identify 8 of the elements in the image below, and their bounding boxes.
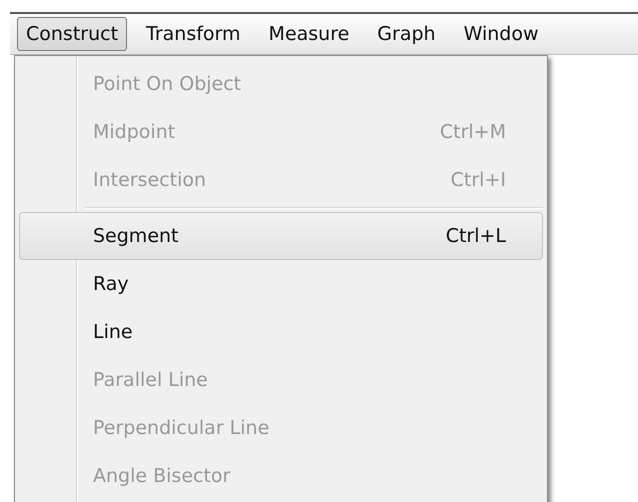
menu-bar-item[interactable]: Window <box>454 17 548 51</box>
menu-item[interactable]: Ray <box>19 260 543 308</box>
menu-bar-item[interactable]: Transform <box>137 17 250 51</box>
menu-item[interactable]: Segment Ctrl+L <box>19 212 543 260</box>
menu-bar-item[interactable]: Construct <box>17 17 128 51</box>
menu-item[interactable]: Line <box>19 308 543 356</box>
menu-bar-item[interactable]: Measure <box>260 17 358 51</box>
menu-bar-item[interactable]: Graph <box>368 17 445 51</box>
